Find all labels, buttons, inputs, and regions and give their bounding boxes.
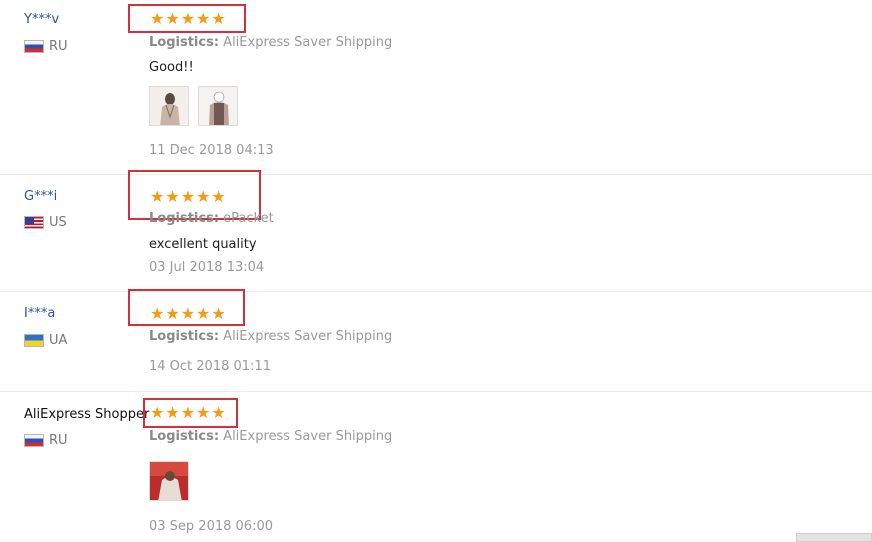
country-code: RU: [49, 39, 68, 54]
review-photo[interactable]: [149, 461, 189, 501]
scroll-to-top-button[interactable]: [796, 533, 872, 542]
russia-flag-icon: [24, 434, 44, 447]
reviewer-name[interactable]: Y***v: [24, 12, 59, 27]
star-icon: ★: [180, 304, 196, 323]
star-icon: ★: [165, 9, 180, 28]
review-divider: [0, 391, 872, 392]
logistics-info: Logistics: AliExpress Saver Shipping: [149, 429, 392, 444]
country-code: US: [49, 215, 67, 230]
review-photo[interactable]: [198, 86, 238, 126]
logistics-info: Logistics: AliExpress Saver Shipping: [149, 329, 392, 344]
star-rating: ★ ★ ★ ★ ★: [150, 405, 226, 421]
star-icon: ★: [211, 403, 226, 422]
star-icon: ★: [150, 187, 165, 206]
reviewer-name[interactable]: G***i: [24, 189, 57, 204]
russia-flag-icon: [24, 40, 44, 53]
star-icon: ★: [165, 304, 180, 323]
reviewer-country: RU: [24, 433, 68, 448]
photo-thumbnail-icon: [150, 462, 188, 500]
star-icon: ★: [180, 403, 196, 422]
star-icon: ★: [211, 304, 226, 323]
star-icon: ★: [180, 187, 196, 206]
review-comment: Good!!: [149, 60, 194, 75]
reviewer-country: US: [24, 215, 67, 230]
reviewer-name: AliExpress Shopper: [24, 407, 150, 422]
star-icon: ★: [211, 187, 226, 206]
logistics-value: AliExpress Saver Shipping: [223, 329, 393, 344]
star-icon: ★: [165, 187, 180, 206]
reviewer-country: RU: [24, 39, 68, 54]
usa-flag-icon: [24, 216, 44, 229]
country-code: RU: [49, 433, 68, 448]
logistics-label: Logistics:: [149, 211, 220, 226]
star-rating: ★ ★ ★ ★ ★: [150, 11, 226, 27]
logistics-info: Logistics: AliExpress Saver Shipping: [149, 35, 392, 50]
star-icon: ★: [150, 9, 165, 28]
review-date: 14 Oct 2018 01:11: [149, 359, 271, 374]
photo-thumbnail-icon: [150, 87, 188, 125]
logistics-label: Logistics:: [149, 35, 220, 50]
star-rating: ★ ★ ★ ★ ★: [150, 306, 226, 322]
logistics-value: AliExpress Saver Shipping: [223, 429, 393, 444]
logistics-label: Logistics:: [149, 329, 220, 344]
star-rating: ★ ★ ★ ★ ★: [150, 189, 226, 205]
star-icon: ★: [150, 304, 165, 323]
star-icon: ★: [150, 403, 165, 422]
logistics-info: Logistics: ePacket: [149, 211, 274, 226]
country-code: UA: [49, 333, 68, 348]
star-icon: ★: [196, 403, 211, 422]
reviewer-name[interactable]: I***a: [24, 306, 55, 321]
photo-thumbnail-icon: [199, 87, 237, 125]
review-photo[interactable]: [149, 86, 189, 126]
logistics-label: Logistics:: [149, 429, 220, 444]
star-icon: ★: [196, 9, 211, 28]
star-icon: ★: [196, 304, 211, 323]
ukraine-flag-icon: [24, 334, 44, 347]
star-icon: ★: [211, 9, 226, 28]
star-icon: ★: [180, 9, 196, 28]
review-date: 03 Sep 2018 06:00: [149, 519, 273, 534]
logistics-value: ePacket: [223, 211, 274, 226]
reviewer-country: UA: [24, 333, 67, 348]
star-icon: ★: [196, 187, 211, 206]
review-comment: excellent quality: [149, 237, 257, 252]
review-date: 11 Dec 2018 04:13: [149, 143, 274, 158]
review-date: 03 Jul 2018 13:04: [149, 260, 265, 275]
star-icon: ★: [165, 403, 180, 422]
logistics-value: AliExpress Saver Shipping: [223, 35, 393, 50]
